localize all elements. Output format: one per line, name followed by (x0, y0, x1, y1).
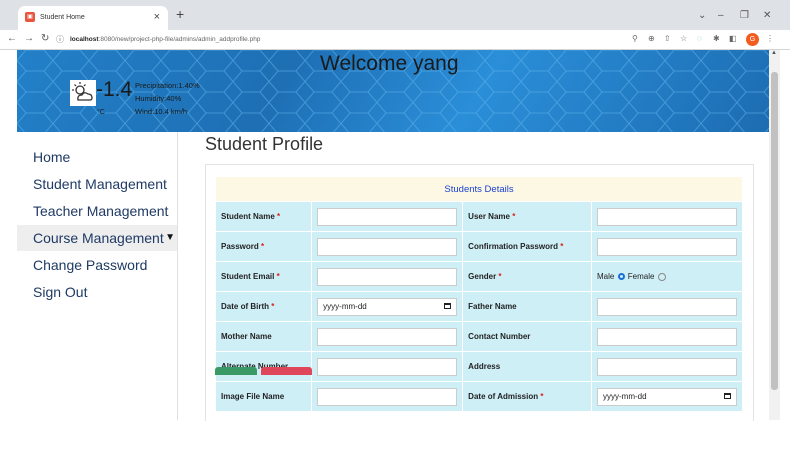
field-label: Mother Name (214, 321, 313, 352)
favicon-icon: ▣ (25, 12, 35, 22)
sidebar-item-course-management[interactable]: Course Management ▼ (17, 225, 177, 251)
browser-tab[interactable]: ▣ Student Home × (18, 6, 168, 30)
mother-name-input[interactable] (317, 327, 458, 346)
puzzle-extensions-icon[interactable]: ✱ (713, 34, 720, 43)
gender-female-label: Female (627, 272, 655, 281)
father-name-input[interactable] (596, 297, 737, 316)
back-icon[interactable]: ← (7, 33, 17, 44)
date-of-birth-input[interactable]: yyyy-mm-dd (317, 297, 458, 316)
profile-avatar[interactable]: G (746, 33, 759, 46)
image-file-name-input[interactable] (317, 387, 458, 406)
date-of-admission-input[interactable]: yyyy-mm-dd (596, 387, 737, 406)
page-viewport: Welcome yang -1.4 °C Precipitation:1.40%… (0, 50, 780, 421)
reset-button[interactable] (261, 367, 312, 375)
student-email-input[interactable] (317, 267, 458, 286)
table-row: Student Name * User Name * (214, 201, 744, 232)
sidepanel-icon[interactable]: ◧ (729, 34, 737, 43)
browser-tab-strip: ▣ Student Home × + ⌄ – ❐ ✕ (0, 0, 790, 30)
table-header: Students Details (215, 176, 743, 202)
field-label: Father Name (462, 291, 592, 322)
address-input[interactable] (596, 357, 737, 376)
wind-text: Wind:10.4 km/h (135, 107, 188, 116)
gender-male-radio[interactable] (617, 273, 625, 281)
field-label: Student Email * (214, 261, 313, 292)
menu-icon[interactable]: ⋮ (766, 34, 774, 43)
tab-title: Student Home (40, 14, 85, 21)
field-label: Date of Birth * (214, 291, 313, 322)
welcome-heading: Welcome yang (320, 52, 459, 75)
scrollbar-thumb[interactable] (771, 72, 778, 390)
close-tab-icon[interactable]: × (154, 11, 160, 23)
sidebar-nav: Home Student Management Teacher Manageme… (17, 132, 178, 420)
calendar-icon[interactable] (444, 302, 452, 309)
sidebar-item-student-management[interactable]: Student Management (17, 171, 177, 197)
share-icon[interactable]: ⇧ (664, 34, 671, 43)
address-bar: ← → ↻ ⓘ localhost:8080/new/project-php-f… (0, 30, 790, 50)
table-row: Student Email * Gender * Male Female (214, 261, 744, 292)
minimize-icon[interactable]: – (718, 10, 724, 21)
tab-search-icon[interactable]: ⌄ (698, 10, 706, 21)
sidebar-item-change-password[interactable]: Change Password (17, 252, 177, 278)
sidebar-item-teacher-management[interactable]: Teacher Management (17, 198, 177, 224)
temperature-value: -1.4 (96, 78, 133, 101)
new-tab-icon[interactable]: + (176, 6, 184, 22)
field-label: Contact Number (462, 321, 592, 352)
table-row: Image File Name Date of Admission * yyyy… (214, 381, 744, 412)
field-label: Confirmation Password * (462, 231, 592, 262)
restore-icon[interactable]: ❐ (740, 10, 749, 21)
student-details-table: Students Details Student Name * User Nam… (214, 176, 744, 412)
search-icon[interactable]: ⚲ (632, 34, 638, 43)
field-label: Student Name * (214, 201, 313, 232)
calendar-icon[interactable] (723, 392, 731, 399)
alternate-number-input[interactable] (317, 357, 458, 376)
extension-icon[interactable]: ◌ (697, 34, 702, 43)
field-label: Image File Name (214, 381, 313, 412)
scroll-up-arrow-icon[interactable]: ▲ (771, 50, 777, 56)
header-banner: Welcome yang -1.4 °C Precipitation:1.40%… (17, 50, 780, 132)
sidebar-item-sign-out[interactable]: Sign Out (17, 279, 177, 305)
site-info-icon[interactable]: ⓘ (56, 32, 64, 47)
forward-icon[interactable]: → (24, 33, 34, 44)
user-name-input[interactable] (596, 207, 737, 226)
url-host: localhost (70, 36, 99, 43)
gender-female-radio[interactable] (657, 272, 666, 281)
table-row: Password * Confirmation Password * (214, 231, 744, 262)
url-field[interactable]: ⓘ localhost:8080/new/project-php-file/ad… (56, 32, 630, 47)
field-label: Date of Admission * (462, 381, 592, 412)
url-path: :8080/new/project-php-file/admins/admin_… (98, 36, 261, 43)
sidebar-item-home[interactable]: Home (17, 144, 177, 170)
weather-partly-cloudy-icon (70, 80, 96, 106)
contact-number-input[interactable] (596, 327, 737, 346)
table-row: Mother Name Contact Number (214, 321, 744, 352)
table-row: Date of Birth * yyyy-mm-dd Father Name (214, 291, 744, 322)
field-label: Address (462, 351, 592, 382)
student-name-input[interactable] (317, 207, 458, 226)
precipitation-text: Precipitation:1.40% (135, 81, 200, 90)
sidebar-item-label: Course Management (33, 230, 164, 246)
close-window-icon[interactable]: ✕ (763, 10, 771, 21)
caret-down-icon: ▼ (165, 232, 175, 243)
reload-icon[interactable]: ↻ (41, 33, 49, 44)
submit-button[interactable] (215, 367, 257, 375)
zoom-icon[interactable]: ⊕ (648, 34, 655, 43)
form-panel: Students Details Student Name * User Nam… (205, 164, 754, 421)
field-label: Gender * (462, 261, 592, 292)
field-label: User Name * (462, 201, 592, 232)
humidity-text: Humidity:40% (135, 94, 182, 103)
gender-male-label: Male (596, 272, 615, 281)
page-title: Student Profile (205, 134, 324, 154)
field-label: Password * (214, 231, 313, 262)
temperature-unit: °C (97, 109, 105, 116)
gender-radio-group: Male Female (590, 261, 744, 292)
confirmation-password-input[interactable] (596, 237, 737, 256)
password-input[interactable] (317, 237, 458, 256)
bookmark-star-icon[interactable]: ☆ (680, 34, 687, 43)
